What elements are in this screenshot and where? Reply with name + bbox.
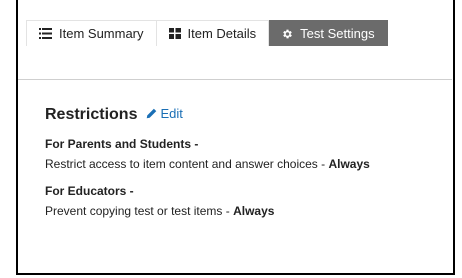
section-title: Restrictions [45, 106, 138, 123]
tab-label: Item Details [187, 26, 257, 41]
restriction-value: Always [328, 157, 370, 171]
grid-icon [168, 28, 181, 39]
edit-label: Edit [160, 106, 183, 121]
restriction-value: Always [233, 204, 275, 218]
restriction-line: Prevent copying test or test items - Alw… [45, 204, 445, 218]
tab-test-settings[interactable]: Test Settings [269, 20, 388, 46]
restrictions-section: Restrictions Edit For Parents and Studen… [45, 106, 445, 231]
list-icon [39, 28, 52, 39]
group-title-parents-students: For Parents and Students - [45, 137, 199, 151]
tab-label: Item Summary [59, 26, 144, 41]
restriction-text: Restrict access to item content and answ… [45, 157, 329, 171]
restriction-line: Restrict access to item content and answ… [45, 157, 445, 171]
restriction-text: Prevent copying test or test items - [45, 204, 234, 218]
section-header: Restrictions Edit [45, 106, 445, 124]
edit-link[interactable]: Edit [146, 106, 183, 121]
tab-item-details[interactable]: Item Details [156, 20, 270, 46]
divider [18, 79, 452, 80]
gear-icon [281, 28, 293, 40]
pencil-icon [146, 108, 157, 119]
tab-item-summary[interactable]: Item Summary [26, 20, 157, 46]
tab-bar: Item Summary Item Details Test Settings [26, 20, 388, 46]
group-title-educators: For Educators - [45, 184, 134, 198]
tab-label: Test Settings [300, 26, 375, 41]
